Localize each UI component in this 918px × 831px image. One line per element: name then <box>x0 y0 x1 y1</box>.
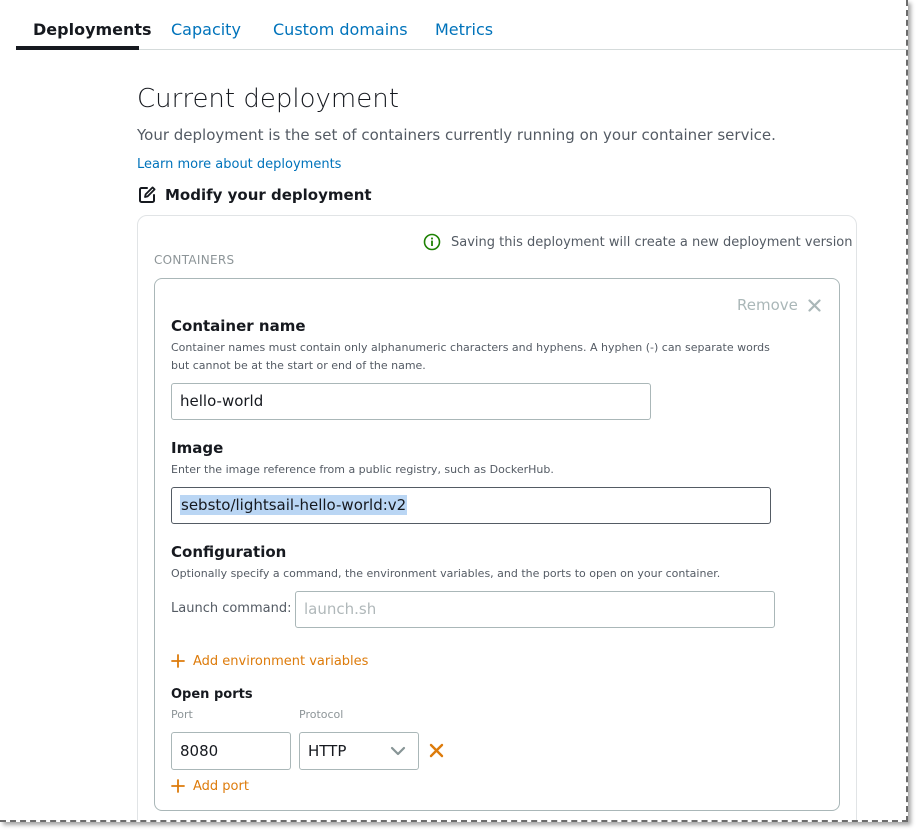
active-tab-indicator <box>16 46 139 50</box>
port-column-label: Port <box>171 708 193 721</box>
tab-custom-domains[interactable]: Custom domains <box>273 20 408 39</box>
learn-more-link[interactable]: Learn more about deployments <box>137 157 341 172</box>
close-icon <box>808 298 821 312</box>
info-text: Saving this deployment will create a new… <box>451 234 853 250</box>
add-environment-variables-label: Add environment variables <box>193 653 369 669</box>
container-name-value: hello-world <box>180 392 264 410</box>
protocol-column-label: Protocol <box>299 708 344 721</box>
modify-deployment-label: Modify your deployment <box>165 186 372 204</box>
modify-deployment-heading: Modify your deployment <box>137 184 372 206</box>
tab-capacity[interactable]: Capacity <box>171 20 241 39</box>
configuration-help: Optionally specify a command, the enviro… <box>171 567 721 580</box>
remove-port-icon[interactable] <box>429 743 444 758</box>
remove-label: Remove <box>737 296 798 314</box>
configuration-label: Configuration <box>171 543 287 561</box>
tab-deployments[interactable]: Deployments <box>33 20 152 39</box>
image-value: sebsto/lightsail-hello-world:v2 <box>180 495 408 515</box>
plus-icon <box>171 654 185 668</box>
image-label: Image <box>171 439 224 457</box>
image-help: Enter the image reference from a public … <box>171 463 554 476</box>
launch-command-label: Launch command: <box>171 601 292 616</box>
launch-command-input[interactable]: launch.sh <box>295 591 775 628</box>
protocol-select[interactable]: HTTP <box>299 732 419 770</box>
port-input[interactable]: 8080 <box>171 732 291 770</box>
tab-metrics[interactable]: Metrics <box>435 20 493 39</box>
add-port-button[interactable]: Add port <box>171 777 249 795</box>
remove-container-button[interactable]: Remove <box>737 295 821 315</box>
app-window: Deployments Capacity Custom domains Metr… <box>0 0 908 822</box>
page-description: Your deployment is the set of containers… <box>137 126 776 144</box>
container-name-label: Container name <box>171 317 306 335</box>
open-ports-label: Open ports <box>171 687 253 702</box>
container-name-input[interactable]: hello-world <box>171 383 651 420</box>
info-notice: Saving this deployment will create a new… <box>423 233 853 251</box>
page-title: Current deployment <box>137 84 399 114</box>
container-name-help-line1: Container names must contain only alphan… <box>171 341 770 354</box>
plus-icon <box>171 779 185 793</box>
image-input[interactable]: sebsto/lightsail-hello-world:v2 <box>171 487 771 524</box>
chevron-down-icon <box>390 746 406 756</box>
info-icon <box>423 233 441 251</box>
launch-command-placeholder: launch.sh <box>304 600 377 618</box>
container-name-help-line2: but cannot be at the start or end of the… <box>171 359 426 372</box>
port-value: 8080 <box>180 742 219 760</box>
add-port-label: Add port <box>193 778 249 794</box>
add-environment-variables-button[interactable]: Add environment variables <box>171 652 368 670</box>
protocol-value: HTTP <box>308 742 347 760</box>
edit-icon <box>139 186 156 203</box>
containers-heading: CONTAINERS <box>154 253 235 267</box>
